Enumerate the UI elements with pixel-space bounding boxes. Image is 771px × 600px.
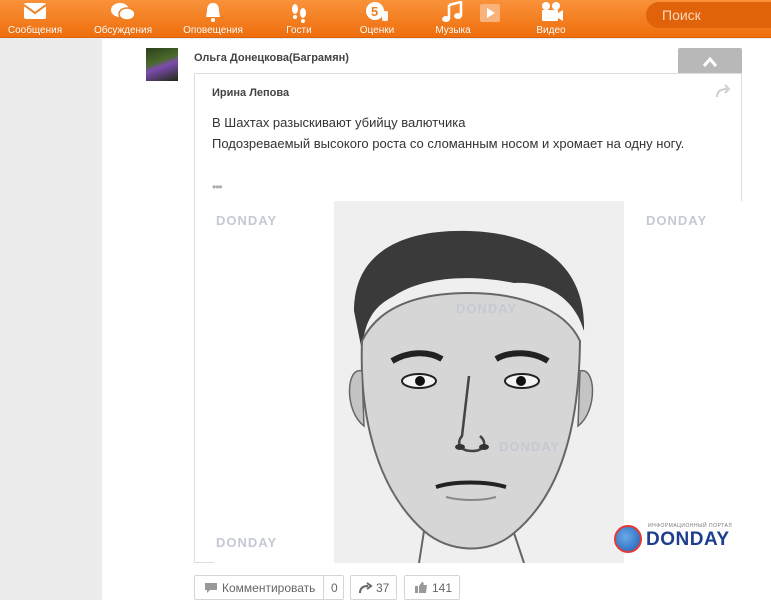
share-arrow-icon[interactable] <box>714 84 732 100</box>
nav-messages-label: Сообщения <box>7 25 63 36</box>
search-input[interactable] <box>646 2 771 28</box>
repost-author[interactable]: Ирина Лепова <box>212 87 289 99</box>
envelope-icon <box>23 3 47 19</box>
watermark-bottom-left: DONDAY <box>216 535 278 550</box>
watermark-top-left: DONDAY <box>216 213 278 228</box>
nav-discussions-label: Обсуждения <box>93 25 153 36</box>
bell-icon <box>206 3 220 22</box>
nav-notifications-label: Оповещения <box>183 25 243 36</box>
video-camera-icon <box>542 2 563 21</box>
nav-guests[interactable]: Гости <box>274 0 324 38</box>
post-author[interactable]: Ольга Донецкова(Баграмян) <box>194 52 349 64</box>
play-icon <box>480 4 500 22</box>
nav-messages[interactable]: Сообщения <box>4 0 66 38</box>
nav-music-label: Музыка <box>435 25 471 36</box>
chat-bubbles-icon <box>111 3 136 21</box>
watermark-center: DONDAY <box>456 301 518 316</box>
share-count: 37 <box>376 581 390 595</box>
donday-logo: информационный портал DONDAY <box>614 523 742 555</box>
comment-separator <box>323 576 324 600</box>
post-image[interactable]: DONDAY DONDAY DONDAY DONDAY DONDAY инфор… <box>214 201 742 563</box>
like-button[interactable]: 141 <box>404 575 460 600</box>
nav-music[interactable]: Музыка <box>428 0 478 38</box>
comment-label: Комментировать <box>222 581 316 595</box>
avatar[interactable] <box>146 48 178 81</box>
watermark-top-right: DONDAY <box>646 213 708 228</box>
comment-count: 0 <box>331 581 338 595</box>
donday-logo-circle <box>614 525 642 553</box>
rating-five-icon: 5 <box>366 2 388 21</box>
chevron-up-icon <box>702 56 718 67</box>
music-note-icon <box>442 1 463 22</box>
repost-card: Ирина Лепова В Шахтах разыскивают убийцу… <box>194 73 742 563</box>
top-toolbar: Сообщения Обсуждения Оповещения Гости 5 … <box>0 0 771 38</box>
left-column <box>0 39 102 600</box>
post-body-line: Подозреваемый высокого роста со сломанны… <box>212 136 685 151</box>
share-icon <box>359 582 373 594</box>
svg-text:5: 5 <box>371 4 378 19</box>
more-text-button[interactable]: ••• <box>212 180 223 194</box>
donday-logo-text: DONDAY <box>646 529 730 550</box>
post-text: В Шахтах разыскивают убийцу валютчика По… <box>212 112 732 154</box>
composite-sketch-face <box>348 230 594 563</box>
comment-button[interactable]: Комментировать 0 <box>194 575 344 600</box>
nav-ratings-label: Оценки <box>359 25 395 36</box>
comment-icon <box>205 583 217 593</box>
nav-notifications[interactable]: Оповещения <box>180 0 246 38</box>
share-button[interactable]: 37 <box>350 575 397 600</box>
post-title-line: В Шахтах разыскивают убийцу валютчика <box>212 115 466 130</box>
thumbs-up-icon <box>415 582 427 593</box>
nav-video-label: Видео <box>536 25 566 36</box>
like-count: 141 <box>432 581 453 595</box>
watermark-lower: DONDAY <box>499 439 561 454</box>
nav-discussions[interactable]: Обсуждения <box>90 0 156 38</box>
music-play-button[interactable] <box>476 0 504 38</box>
nav-guests-label: Гости <box>286 25 312 36</box>
nav-ratings[interactable]: 5 Оценки <box>352 0 402 38</box>
footprints-icon <box>292 4 306 23</box>
nav-video[interactable]: Видео <box>526 0 576 38</box>
